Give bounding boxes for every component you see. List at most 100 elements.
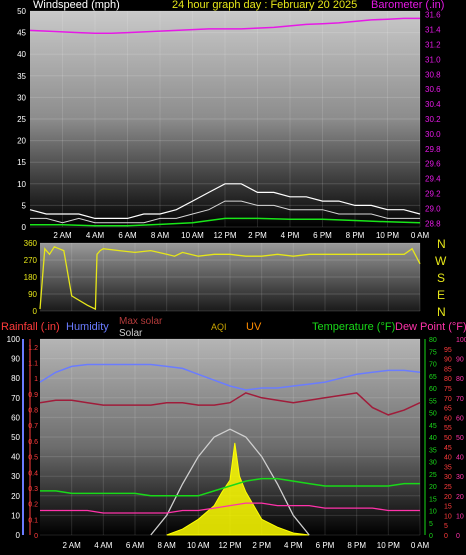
solar-tick-label: 55 xyxy=(444,425,452,432)
barometer-tick-label: 29.2 xyxy=(425,189,441,198)
time-tick-label: 8 AM xyxy=(151,231,170,240)
solar-tick-label: 20 xyxy=(444,494,452,501)
direction-tick-label: 270 xyxy=(24,256,38,265)
time-tick-label: 6 AM xyxy=(126,541,145,550)
temperature-tick-label: 20 xyxy=(429,484,437,491)
time-tick-label: 4 PM xyxy=(284,541,303,550)
temperature-tick-label: 40 xyxy=(429,435,437,442)
temperature-tick-label: 35 xyxy=(429,447,437,454)
time-tick-label: 10 PM xyxy=(376,231,399,240)
dewpoint-tick-label: 60 xyxy=(456,415,464,422)
barometer-tick-label: 30.8 xyxy=(425,70,441,79)
temperature-tick-label: 65 xyxy=(429,374,437,381)
time-tick-label: 10 PM xyxy=(377,541,400,550)
wind-tick-label: 5 xyxy=(22,201,27,210)
barometer-tick-label: 31.2 xyxy=(425,41,441,50)
direction-tick-label: 0 xyxy=(33,307,38,316)
time-tick-label: 12 PM xyxy=(213,231,236,240)
humidity-tick-label: 100 xyxy=(7,335,21,344)
solar-tick-label: 25 xyxy=(444,484,452,491)
time-tick-label: 2 AM xyxy=(63,541,82,550)
barometer-tick-label: 31.6 xyxy=(425,11,441,20)
direction-tick-label: 90 xyxy=(28,290,37,299)
solar-tick-label: 85 xyxy=(444,366,452,373)
dewpoint-tick-label: 100 xyxy=(456,337,466,344)
temperature-tick-label: 30 xyxy=(429,460,437,467)
time-tick-label: 10 AM xyxy=(181,231,204,240)
compass-e: E xyxy=(437,288,445,302)
barometer-tick-label: 28.8 xyxy=(425,219,441,228)
temperature-tick-label: 50 xyxy=(429,411,437,418)
wind-tick-label: 20 xyxy=(17,137,26,146)
temperature-tick-label: 45 xyxy=(429,423,437,430)
barometer-tick-label: 30.4 xyxy=(425,100,441,109)
wind-tick-label: 45 xyxy=(17,29,26,38)
wind-tick-label: 40 xyxy=(17,50,26,59)
dewpoint-tick-label: 30 xyxy=(456,474,464,481)
barometer-axis-title: Barometer (.in) xyxy=(371,0,444,11)
temperature-tick-label: 25 xyxy=(429,472,437,479)
solar-tick-label: 95 xyxy=(444,347,452,354)
dewpoint-tick-label: 0 xyxy=(456,533,460,540)
humidity-tick-label: 90 xyxy=(11,355,20,364)
barometer-tick-label: 30.6 xyxy=(425,85,441,94)
compass-n-top: N xyxy=(437,237,446,251)
solar-tick-label: 40 xyxy=(444,455,452,462)
humidity-tick-label: 50 xyxy=(11,433,20,442)
legend-solar: Solar xyxy=(119,328,143,339)
temperature-tick-label: 15 xyxy=(429,496,437,503)
humidity-tick-label: 20 xyxy=(11,492,20,501)
solar-tick-label: 70 xyxy=(444,396,452,403)
solar-tick-label: 90 xyxy=(444,357,452,364)
time-tick-label: 8 PM xyxy=(347,541,366,550)
humidity-tick-label: 60 xyxy=(11,413,20,422)
dewpoint-tick-label: 70 xyxy=(456,396,464,403)
time-tick-label: 12 PM xyxy=(218,541,241,550)
time-tick-label: 2 PM xyxy=(252,541,271,550)
humidity-tick-label: 70 xyxy=(11,394,20,403)
legend-uv: UV xyxy=(246,321,262,333)
solar-tick-label: 60 xyxy=(444,415,452,422)
humidity-tick-label: 30 xyxy=(11,472,20,481)
humidity-tick-label: 40 xyxy=(11,453,20,462)
humidity-tick-label: 80 xyxy=(11,374,20,383)
barometer-tick-label: 29.8 xyxy=(425,145,441,154)
temperature-tick-label: 80 xyxy=(429,337,437,344)
wind-tick-label: 25 xyxy=(17,115,26,124)
graph-title: 24 hour graph day : February 20 2025 xyxy=(172,0,357,11)
time-tick-label: 4 AM xyxy=(94,541,113,550)
dewpoint-tick-label: 50 xyxy=(456,435,464,442)
time-tick-label: 6 PM xyxy=(316,541,335,550)
compass-w: W xyxy=(435,254,447,268)
solar-tick-label: 65 xyxy=(444,406,452,413)
solar-tick-label: 0 xyxy=(444,533,448,540)
direction-tick-label: 360 xyxy=(24,239,38,248)
legend-humidity: Humidity xyxy=(66,321,109,333)
wind-tick-label: 0 xyxy=(22,223,27,232)
barometer-tick-label: 29.6 xyxy=(425,160,441,169)
temperature-tick-label: 75 xyxy=(429,349,437,356)
time-tick-label: 6 AM xyxy=(118,231,137,240)
barometer-tick-label: 29.0 xyxy=(425,204,441,213)
legend-max-solar: Max solar xyxy=(119,316,163,327)
time-tick-label: 4 PM xyxy=(281,231,300,240)
legend-rainfall: Rainfall (.in) xyxy=(1,321,60,333)
solar-tick-label: 30 xyxy=(444,474,452,481)
solar-tick-label: 50 xyxy=(444,435,452,442)
weather-graph: Windspeed (mph) 24 hour graph day : Febr… xyxy=(1,0,466,550)
solar-tick-label: 10 xyxy=(444,513,452,520)
time-tick-label: 0 AM xyxy=(411,231,430,240)
dewpoint-tick-label: 20 xyxy=(456,494,464,501)
solar-tick-label: 35 xyxy=(444,464,452,471)
time-tick-label: 2 AM xyxy=(53,231,72,240)
time-tick-label: 8 AM xyxy=(158,541,177,550)
legend-temperature: Temperature (°F) xyxy=(312,321,395,333)
wind-tick-label: 15 xyxy=(17,158,26,167)
wind-tick-label: 35 xyxy=(17,72,26,81)
barometer-tick-label: 30.0 xyxy=(425,130,441,139)
humidity-tick-label: 0 xyxy=(16,531,21,540)
windspeed-axis-title: Windspeed (mph) xyxy=(33,0,120,11)
solar-tick-label: 45 xyxy=(444,445,452,452)
temperature-tick-label: 10 xyxy=(429,509,437,516)
wind-tick-label: 50 xyxy=(17,7,26,16)
